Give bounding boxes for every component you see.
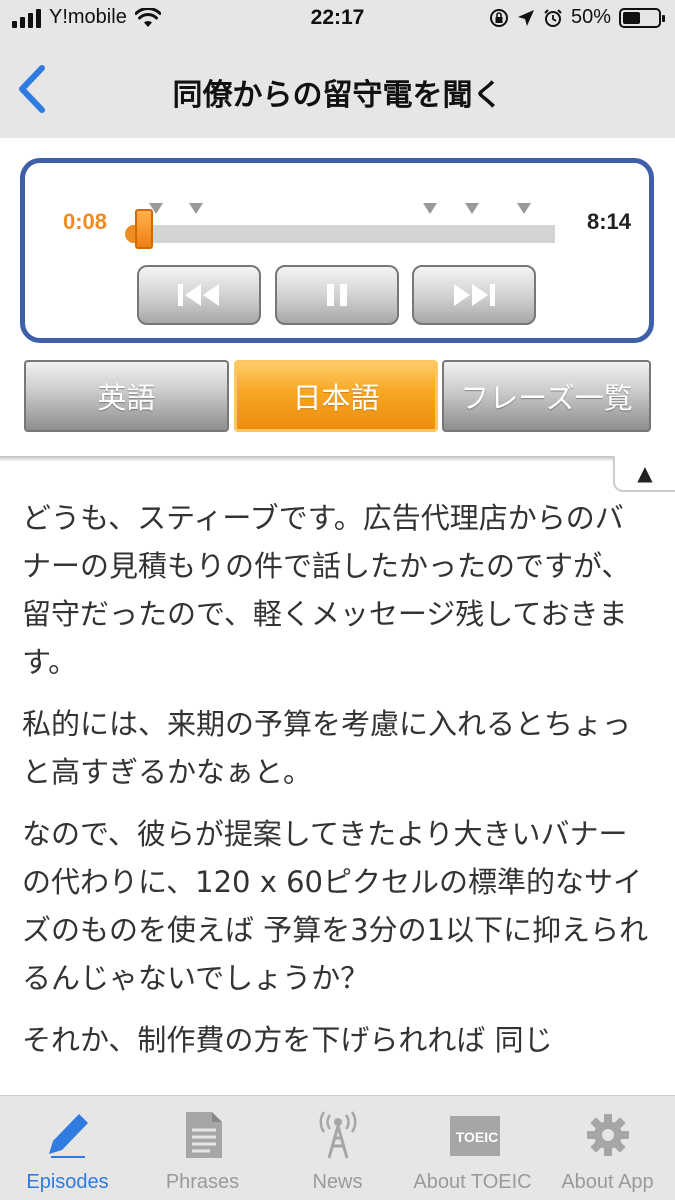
player-area: 0:08 8:14 英語 日本語 フレーズ一覧 ▲ bbox=[0, 138, 675, 492]
tab-bar: Episodes Phrases News TOEIC About TOEIC bbox=[0, 1095, 675, 1200]
tab-about-app[interactable]: About App bbox=[540, 1096, 675, 1200]
total-time: 8:14 bbox=[586, 209, 631, 234]
broadcast-tower-icon bbox=[319, 1111, 357, 1159]
progress-track[interactable] bbox=[130, 225, 555, 243]
pencil-icon bbox=[49, 1114, 88, 1158]
battery-percent: 50% bbox=[570, 6, 611, 28]
pause-button[interactable] bbox=[275, 265, 399, 325]
collapse-toggle[interactable]: ▲ bbox=[613, 456, 675, 492]
skip-forward-button[interactable] bbox=[412, 265, 536, 325]
tab-news-label: News bbox=[312, 1171, 363, 1193]
page-title: 同僚からの留守電を聞く bbox=[172, 78, 503, 113]
toeic-icon: TOEIC bbox=[450, 1116, 500, 1156]
tab-japanese[interactable]: 日本語 bbox=[234, 360, 438, 432]
tab-about-toeic-label: About TOEIC bbox=[413, 1171, 532, 1193]
tab-label: フレーズ一覧 bbox=[460, 381, 633, 415]
tab-episodes-label: Episodes bbox=[26, 1171, 109, 1193]
tab-phrases[interactable]: Phrases bbox=[135, 1096, 270, 1200]
alarm-icon bbox=[544, 8, 562, 27]
tab-episodes[interactable]: Episodes bbox=[0, 1096, 135, 1200]
location-icon bbox=[517, 9, 534, 26]
collapse-triangle-icon: ▲ bbox=[637, 461, 653, 485]
gear-icon bbox=[587, 1114, 629, 1156]
skip-back-icon bbox=[178, 284, 219, 306]
status-bar: Y!mobile 22:17 50% bbox=[0, 0, 675, 40]
transcript-paragraph: どうも、スティーブです。広告代理店からのバナーの見積もりの件で話したかったのです… bbox=[22, 501, 631, 679]
pause-icon bbox=[327, 284, 347, 306]
phrase-marker[interactable] bbox=[465, 203, 479, 214]
tab-label: 日本語 bbox=[292, 381, 380, 415]
transcript[interactable]: どうも、スティーブです。広告代理店からのバナーの見積もりの件で話したかったのです… bbox=[22, 494, 652, 1094]
transcript-paragraph: 私的には、来期の予算を考慮に入れるとちょっと高すぎるかなぁと。 bbox=[22, 707, 632, 789]
tab-about-toeic[interactable]: TOEIC About TOEIC bbox=[405, 1096, 540, 1200]
tab-english[interactable]: 英語 bbox=[24, 360, 229, 432]
phrase-marker[interactable] bbox=[423, 203, 437, 214]
tab-label: 英語 bbox=[97, 381, 156, 415]
tab-news[interactable]: News bbox=[270, 1096, 405, 1200]
phrase-marker[interactable] bbox=[517, 203, 531, 214]
phrase-marker[interactable] bbox=[189, 203, 203, 214]
nav-bar: 同僚からの留守電を聞く bbox=[0, 40, 675, 138]
tab-phrase-list[interactable]: フレーズ一覧 bbox=[442, 360, 651, 432]
battery-icon bbox=[619, 7, 665, 28]
tab-phrases-label: Phrases bbox=[165, 1171, 240, 1193]
transcript-paragraph: なので、彼らが提案してきたより大きいバナーの代わりに、120 x 60ピクセルの… bbox=[22, 817, 649, 995]
current-time: 0:08 bbox=[63, 209, 108, 234]
transcript-paragraph: それか、制作費の方を下げられれば 同じ bbox=[22, 1023, 553, 1057]
skip-forward-icon bbox=[454, 284, 495, 306]
progress-thumb[interactable] bbox=[135, 209, 153, 249]
status-right: 50% bbox=[489, 6, 665, 29]
skip-back-button[interactable] bbox=[137, 265, 261, 325]
audio-player: 0:08 8:14 bbox=[20, 158, 654, 343]
toeic-icon-text: TOEIC bbox=[456, 1129, 499, 1145]
panel-shadow bbox=[0, 456, 613, 462]
document-icon bbox=[186, 1112, 222, 1158]
tab-about-app-label: About App bbox=[561, 1171, 654, 1193]
orientation-lock-icon bbox=[489, 8, 508, 27]
